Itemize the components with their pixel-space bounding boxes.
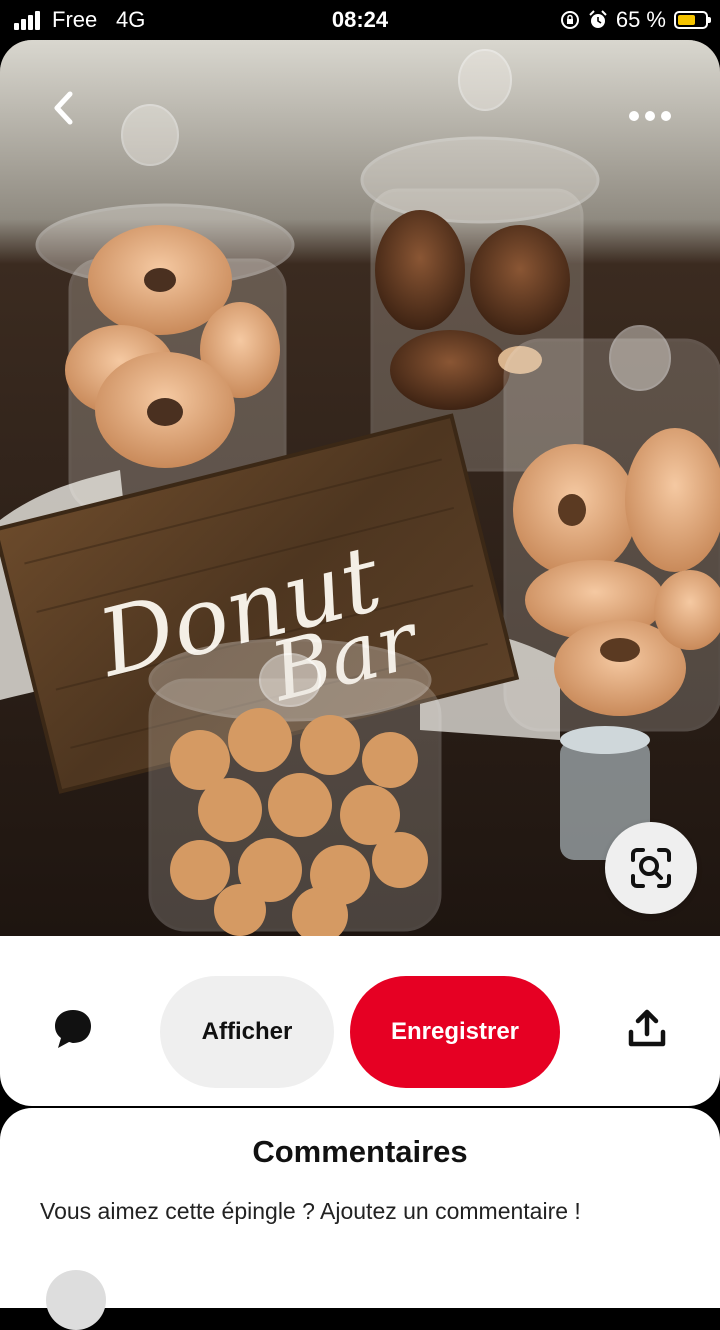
- back-arrow-icon: [54, 91, 73, 125]
- comments-prompt: Vous aimez cette épingle ? Ajoutez un co…: [40, 1198, 581, 1224]
- back-button[interactable]: [36, 80, 92, 136]
- battery-level-fill: [678, 15, 695, 25]
- pin-card: Donut Bar Afficher Enregistrer: [0, 40, 720, 1106]
- more-options-button[interactable]: [620, 96, 680, 136]
- comments-title: Commentaires: [252, 1134, 468, 1169]
- save-button[interactable]: Enregistrer: [350, 976, 560, 1088]
- battery-icon: [674, 11, 711, 29]
- comment-bubble-icon: [55, 1010, 91, 1048]
- status-indicators: 65 %: [560, 6, 711, 34]
- share-button[interactable]: [626, 1008, 668, 1050]
- visual-search-button[interactable]: [605, 822, 697, 914]
- status-bar: Free 4G 08:24 65 %: [0, 0, 720, 40]
- donut-bar-photo: Donut Bar: [0, 40, 720, 936]
- avatar: [46, 1270, 106, 1330]
- lock-rotation-icon: [560, 11, 579, 29]
- comments-section: Commentaires Vous aimez cette épingle ? …: [0, 1108, 720, 1330]
- comment-button[interactable]: [50, 1006, 96, 1052]
- visual-search-icon: [631, 848, 671, 888]
- action-bar: Afficher Enregistrer: [0, 936, 720, 1106]
- alarm-icon: [589, 10, 607, 28]
- battery-percent: 65 %: [615, 7, 666, 32]
- pin-image[interactable]: Donut Bar: [0, 40, 720, 936]
- share-icon: [628, 1009, 666, 1047]
- more-dots-icon: [629, 111, 671, 121]
- view-button[interactable]: Afficher: [160, 976, 334, 1088]
